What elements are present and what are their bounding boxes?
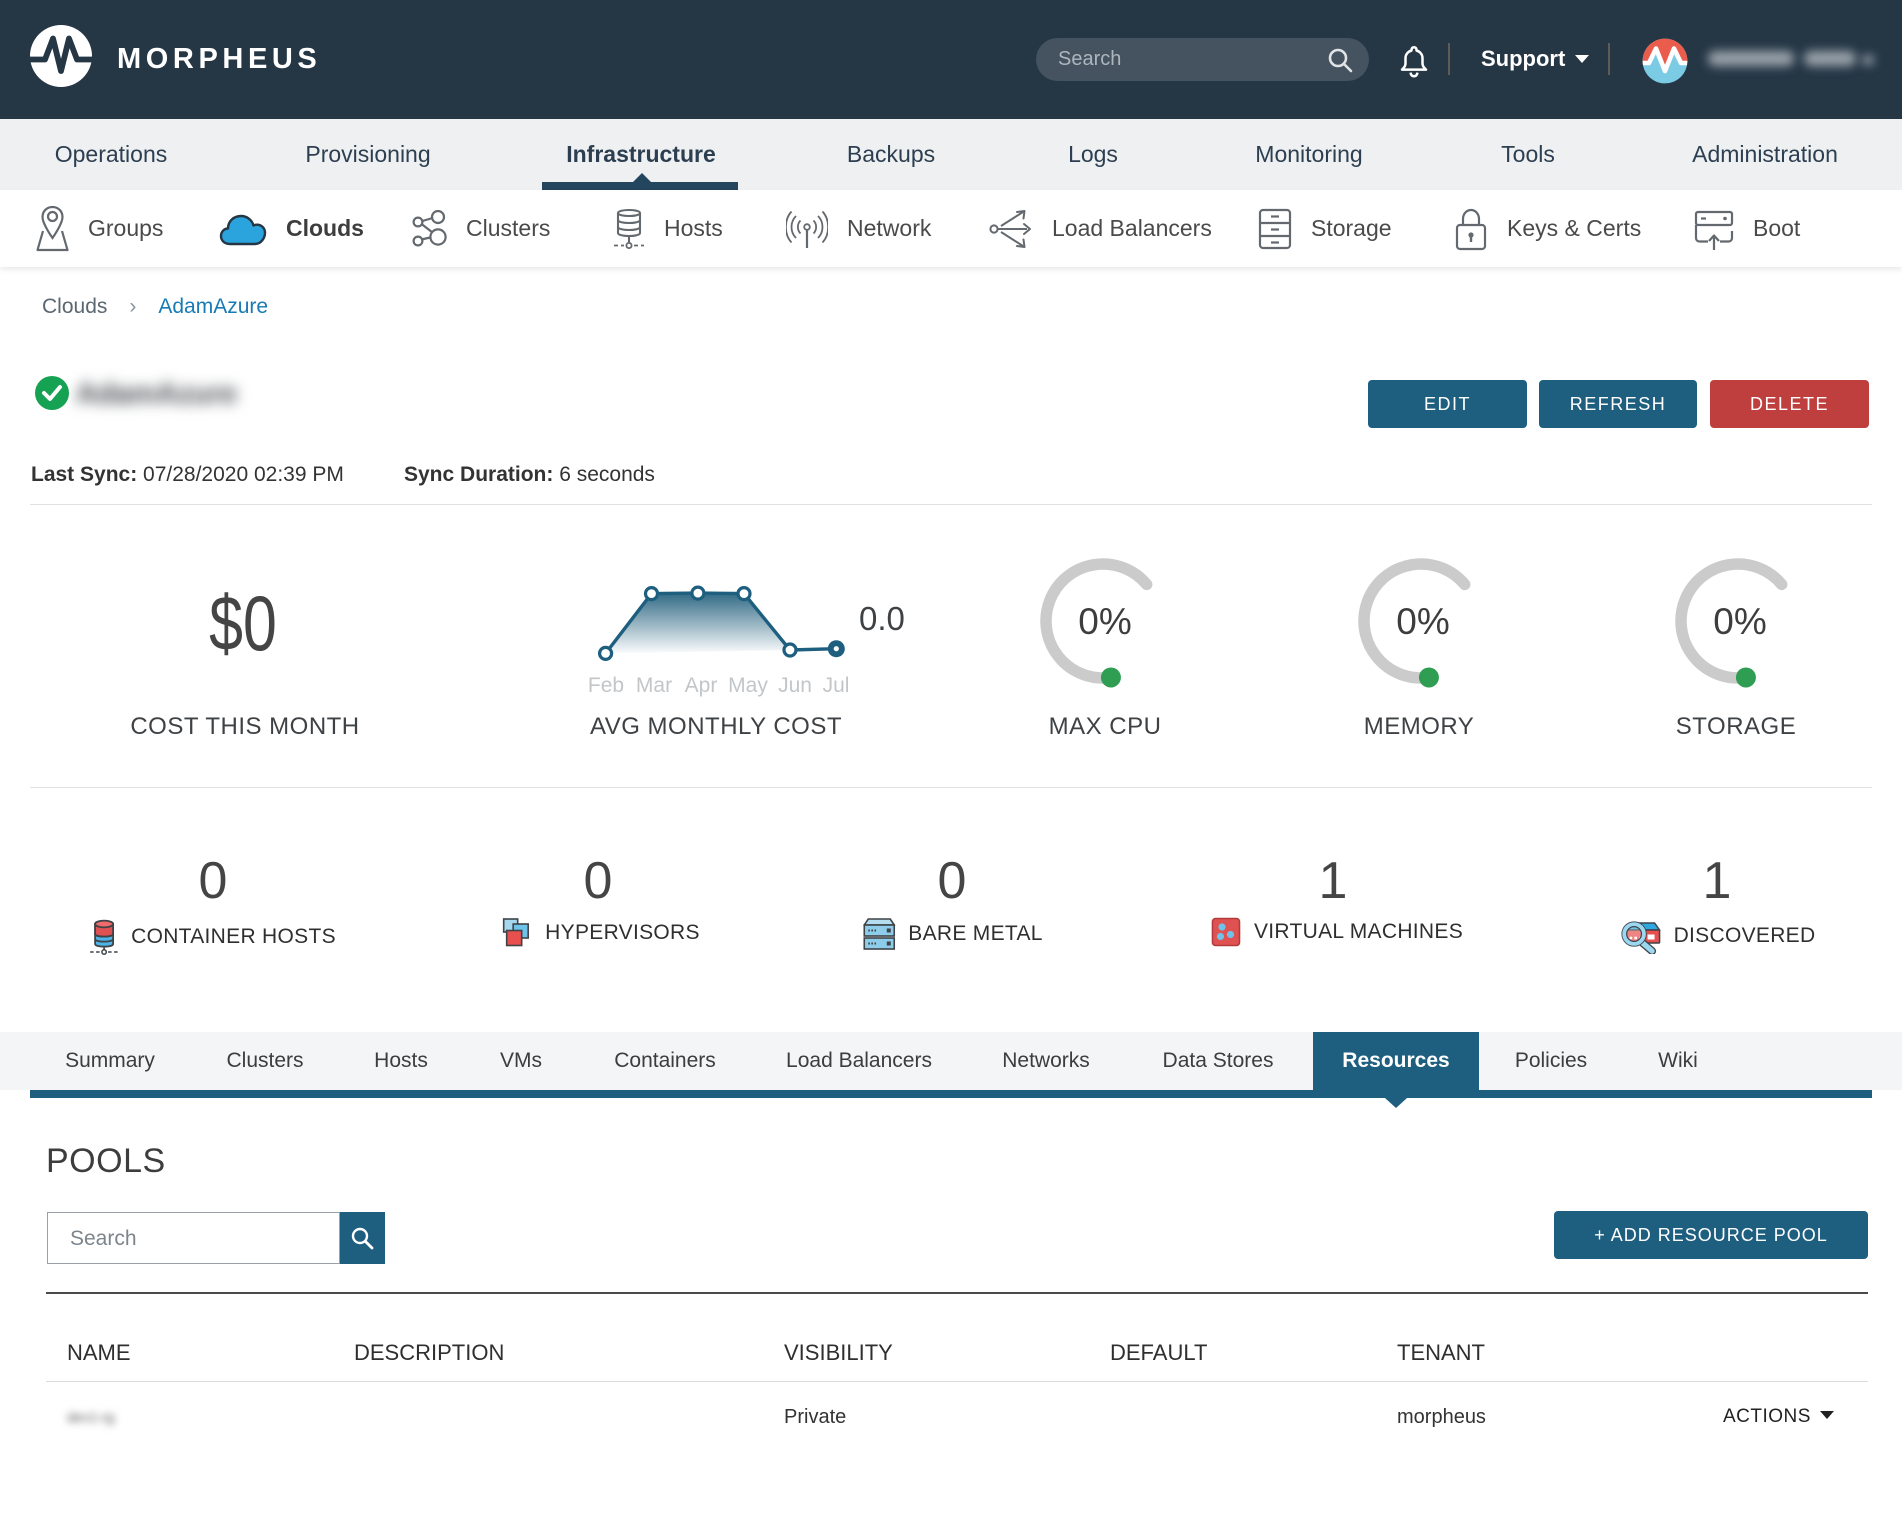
svg-text:Mar: Mar: [636, 674, 672, 697]
svg-text:Jun: Jun: [778, 674, 812, 697]
svg-text:Jul: Jul: [823, 674, 850, 697]
svg-text:Apr: Apr: [685, 674, 718, 697]
svg-text:Feb: Feb: [588, 674, 624, 697]
svg-text:May: May: [728, 674, 768, 697]
